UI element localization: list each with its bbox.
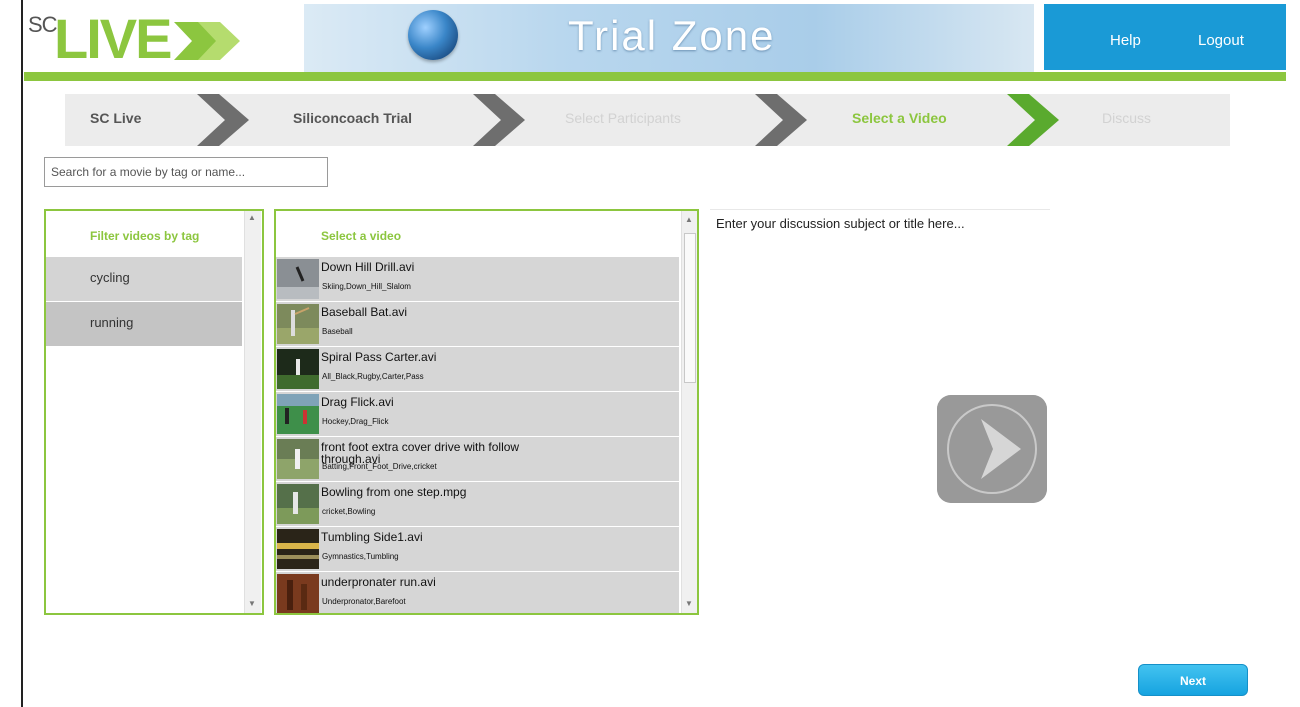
logout-link[interactable]: Logout (1198, 32, 1244, 49)
video-tags: Hockey,Drag_Flick (322, 417, 389, 426)
video-title: Baseball Bat.avi (321, 305, 408, 319)
header-divider (24, 72, 1286, 81)
video-thumbnail (277, 394, 319, 434)
video-thumbnail (277, 304, 319, 344)
search-input[interactable] (44, 157, 328, 187)
tag-filter-header: Filter videos by tag (90, 229, 200, 243)
video-thumbnail (277, 574, 319, 613)
video-tags: Skiing,Down_Hill_Slalom (322, 282, 411, 291)
scrollbar-thumb[interactable] (684, 233, 696, 383)
tag-scrollbar[interactable]: ▲ ▼ (244, 211, 261, 613)
video-tags: cricket,Bowling (322, 507, 376, 516)
video-row[interactable]: Bowling from one step.mpg cricket,Bowlin… (276, 482, 679, 526)
video-title: Down Hill Drill.avi (321, 260, 415, 274)
scroll-up-icon[interactable]: ▲ (248, 213, 256, 222)
help-link[interactable]: Help (1110, 32, 1141, 49)
video-row[interactable]: front foot extra cover drive with follow… (276, 437, 679, 481)
video-tags: Underpronator,Barefoot (322, 597, 406, 606)
top-nav: Help Logout (1044, 4, 1286, 70)
chevron-right-active-icon (1007, 94, 1059, 146)
play-icon[interactable] (937, 395, 1047, 503)
video-list-header: Select a video (321, 229, 402, 243)
scroll-up-icon[interactable]: ▲ (685, 215, 693, 224)
video-list-panel: Select a video Down Hill Drill.avi Skiin… (274, 209, 699, 615)
chevron-right-icon (473, 94, 525, 146)
video-row[interactable]: Baseball Bat.avi Baseball (276, 302, 679, 346)
sc-live-logo[interactable]: SC LIVE (24, 7, 254, 70)
video-title: Spiral Pass Carter.avi (321, 350, 437, 364)
video-tags: Baseball (322, 327, 353, 336)
video-title: Drag Flick.avi (321, 395, 394, 409)
video-tags: Batting,Front_Foot_Drive,cricket (322, 462, 437, 471)
tag-item-cycling[interactable]: cycling (46, 257, 242, 301)
video-scrollbar[interactable]: ▲ ▼ (681, 211, 697, 613)
video-thumbnail (277, 259, 319, 299)
video-row[interactable]: Tumbling Side1.avi Gymnastics,Tumbling (276, 527, 679, 571)
crumb-select-participants: Select Participants (565, 110, 681, 126)
logo-arrow-icon (174, 22, 240, 60)
scroll-down-icon[interactable]: ▼ (248, 599, 256, 608)
crumb-discuss: Discuss (1102, 110, 1152, 126)
tag-item-running[interactable]: running (46, 302, 242, 346)
banner-title: Trial Zone (568, 12, 776, 59)
logo-prefix: SC (28, 12, 58, 37)
left-border (21, 0, 23, 707)
video-tags: Gymnastics,Tumbling (322, 552, 399, 561)
video-list: Down Hill Drill.avi Skiing,Down_Hill_Sla… (276, 257, 679, 613)
discussion-subject-placeholder: Enter your discussion subject or title h… (716, 216, 965, 231)
scroll-down-icon[interactable]: ▼ (685, 599, 693, 608)
discussion-subject-field[interactable]: Enter your discussion subject or title h… (710, 209, 1050, 236)
video-thumbnail (277, 349, 319, 389)
tag-label: running (90, 315, 134, 330)
video-title: Tumbling Side1.avi (321, 530, 423, 544)
next-button[interactable]: Next (1138, 664, 1248, 696)
tag-label: cycling (90, 270, 130, 285)
video-tags: All_Black,Rugby,Carter,Pass (322, 372, 424, 381)
globe-icon (408, 10, 458, 60)
video-thumbnail (277, 484, 319, 524)
video-title: Bowling from one step.mpg (321, 485, 467, 499)
video-thumbnail (277, 439, 319, 479)
video-row[interactable]: Down Hill Drill.avi Skiing,Down_Hill_Sla… (276, 257, 679, 301)
video-row[interactable]: underpronater run.avi Underpronator,Bare… (276, 572, 679, 613)
breadcrumb: SC Live Siliconcoach Trial Select Partic… (65, 94, 1230, 146)
crumb-siliconcoach-trial[interactable]: Siliconcoach Trial (293, 110, 412, 126)
crumb-sc-live[interactable]: SC Live (90, 110, 141, 126)
video-title: underpronater run.avi (321, 575, 436, 589)
crumb-select-a-video: Select a Video (852, 110, 947, 126)
video-row[interactable]: Drag Flick.avi Hockey,Drag_Flick (276, 392, 679, 436)
logo-word: LIVE (54, 7, 172, 70)
video-row[interactable]: Spiral Pass Carter.avi All_Black,Rugby,C… (276, 347, 679, 391)
chevron-right-icon (755, 94, 807, 146)
video-thumbnail (277, 529, 319, 569)
chevron-right-icon (197, 94, 249, 146)
tag-filter-panel: Filter videos by tag cycling running ▲ ▼ (44, 209, 264, 615)
